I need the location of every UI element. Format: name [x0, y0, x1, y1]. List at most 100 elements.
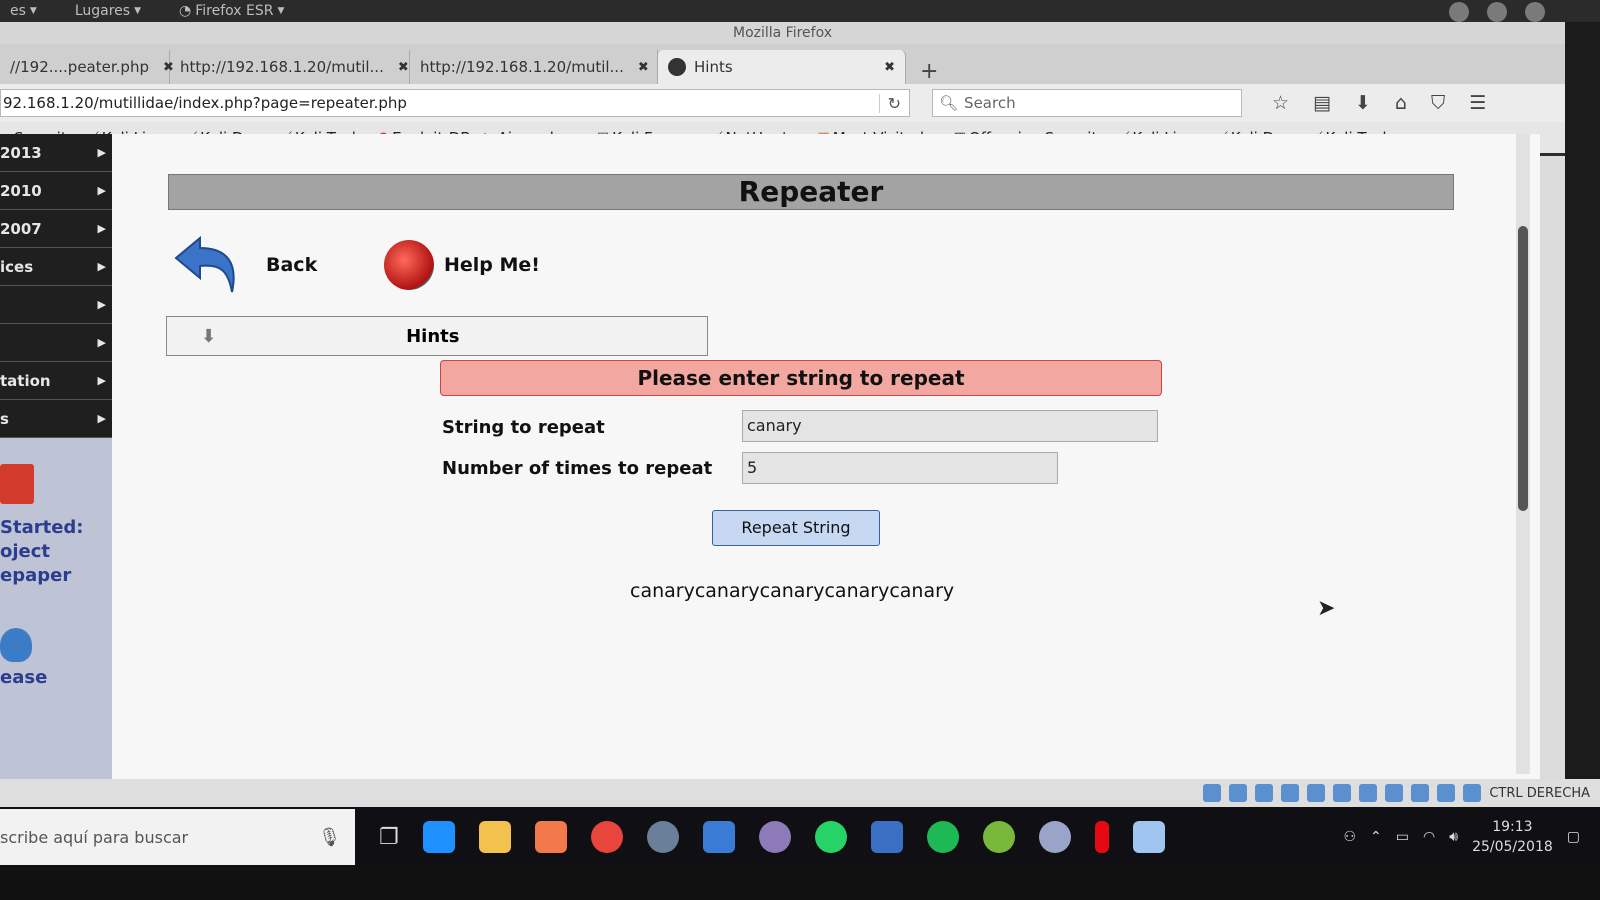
taskbar-app-netflix[interactable] — [1094, 821, 1109, 853]
places-label: Lugares — [74, 3, 131, 19]
mouse-integration-icon[interactable] — [1437, 784, 1456, 802]
tab-label: http://192.168.1.20/mutil... — [420, 58, 624, 76]
sidebar-item-owasp-2007[interactable]: 2007 ▶ — [0, 210, 112, 248]
home-icon[interactable]: ⌂ — [1395, 92, 1407, 114]
applications-menu[interactable]: es ▼ — [10, 3, 37, 19]
taskbar-app-vscode[interactable] — [702, 821, 735, 853]
search-input[interactable]: 🔍︎ Search — [932, 89, 1242, 117]
mouse-cursor-icon: ➤ — [1317, 596, 1336, 621]
sidebar-item-5[interactable]: ▶ — [0, 286, 112, 324]
chevron-up-icon[interactable]: ⌃ — [1370, 829, 1382, 845]
taskbar-search-placeholder: scribe aquí para buscar — [0, 827, 189, 847]
tab-bar: //192....peater.php ✖ http://192.168.1.2… — [0, 44, 1565, 84]
close-tab-icon[interactable]: ✖ — [638, 60, 649, 75]
bookmark-star-icon[interactable]: ☆ — [1272, 92, 1289, 114]
page-scrollbar[interactable] — [1516, 134, 1530, 774]
url-bar[interactable]: 92.168.1.20/mutillidae/index.php?page=re… — [0, 89, 910, 117]
hdd-icon[interactable] — [1203, 784, 1222, 802]
firefox-app-menu[interactable]: ◔ Firefox ESR ▼ — [179, 3, 284, 19]
sidebar-item-resources[interactable]: s ▶ — [0, 400, 112, 438]
optical-drive-icon[interactable] — [1229, 784, 1248, 802]
usb-icon[interactable] — [1307, 784, 1326, 802]
clipboard-icon[interactable]: ▤ — [1313, 92, 1331, 114]
close-tab-icon[interactable]: ✖ — [884, 60, 895, 75]
taskbar-app-spotify[interactable] — [926, 821, 959, 853]
wifi-icon[interactable]: ◠ — [1423, 829, 1435, 845]
taskbar-app-utorrent[interactable] — [982, 821, 1015, 853]
pocket-icon[interactable]: ⛉ — [1431, 92, 1445, 114]
close-tab-icon[interactable]: ✖ — [398, 60, 409, 75]
sidebar-item-label: 2007 — [0, 219, 42, 238]
video-capture-icon[interactable] — [1385, 784, 1404, 802]
people-icon[interactable]: ⚇ — [1343, 829, 1356, 845]
string-to-repeat-input[interactable]: canary — [742, 410, 1158, 442]
battery-icon[interactable]: ▭ — [1396, 829, 1409, 845]
download-icon[interactable]: ⬇ — [1355, 92, 1371, 114]
tab-title-wrap: Hints — [668, 58, 733, 76]
minimize-button[interactable] — [1449, 2, 1469, 22]
close-window-button[interactable] — [1525, 2, 1545, 22]
search-icon: 🔍︎ — [939, 94, 959, 112]
taskbar-app-whatsapp[interactable] — [814, 821, 847, 853]
tab-repeater[interactable]: //192....peater.php ✖ — [0, 50, 174, 84]
taskbar-search-input[interactable]: scribe aquí para buscar 🎙︎ — [0, 809, 355, 865]
back-button[interactable]: Back — [172, 234, 317, 296]
favicon-icon — [668, 58, 686, 76]
menu-hamburger-icon[interactable]: ☰ — [1469, 92, 1486, 114]
sidebar-item-label: 2013 — [0, 143, 42, 162]
shared-folders-icon[interactable] — [1333, 784, 1352, 802]
taskbar-app-brackets[interactable] — [870, 821, 903, 853]
sidebar-item-6[interactable]: ▶ — [0, 324, 112, 362]
tab-mutillidae-1[interactable]: http://192.168.1.20/mutil... ✖ — [170, 50, 410, 84]
taskbar-app-xampp[interactable] — [534, 821, 567, 853]
scrollbar-thumb[interactable] — [1518, 226, 1528, 511]
repeat-string-button[interactable]: Repeat String — [712, 510, 880, 546]
sidebar-promo[interactable]: Started: oject epaper ease — [0, 438, 112, 690]
sidebar-item-owasp-2010[interactable]: 2010 ▶ — [0, 172, 112, 210]
display-icon[interactable] — [1359, 784, 1378, 802]
promo-line: epaper — [0, 565, 72, 586]
notifications-icon[interactable]: ▢ — [1567, 829, 1580, 845]
taskbar-app-vpn[interactable] — [1038, 821, 1071, 853]
back-label: Back — [266, 254, 318, 276]
main-content: Repeater Back Help Me! ⬇ Hints Please en… — [112, 134, 1540, 779]
tab-hints[interactable]: Hints ✖ — [658, 50, 906, 84]
sidebar-item-label: s — [0, 409, 9, 428]
taskbar-app-chrome[interactable] — [590, 821, 623, 853]
taskbar-app-edge[interactable] — [422, 821, 455, 853]
applications-label: es — [10, 3, 26, 19]
chevron-right-icon: ▶ — [97, 412, 106, 425]
taskbar-app-explorer[interactable] — [478, 821, 511, 853]
maximize-button[interactable] — [1487, 2, 1507, 22]
taskbar-app-dotnet[interactable] — [646, 821, 679, 853]
cpu-icon[interactable] — [1411, 784, 1430, 802]
hints-toggle[interactable]: ⬇ Hints — [166, 316, 708, 356]
audio-icon[interactable] — [1255, 784, 1274, 802]
keyboard-capture-icon[interactable] — [1463, 784, 1482, 802]
help-me-button[interactable]: Help Me! — [384, 240, 540, 290]
task-view-icon[interactable]: ❐ — [379, 825, 399, 850]
clock[interactable]: 19:13 25/05/2018 — [1472, 817, 1553, 857]
times-to-repeat-input[interactable]: 5 — [742, 452, 1058, 484]
screen-bezel — [0, 867, 1600, 900]
window-titlebar: Mozilla Firefox — [0, 2, 1565, 44]
windows-taskbar: scribe aquí para buscar 🎙︎ ❐ ⚇ ⌃ ▭ ◠ 🔊︎ … — [0, 807, 1600, 867]
microphone-icon[interactable]: 🎙︎ — [318, 827, 341, 848]
sidebar-item-documentation[interactable]: tation ▶ — [0, 362, 112, 400]
release-link[interactable]: ease — [0, 666, 112, 690]
help-button-icon — [384, 240, 434, 290]
back-arrow-icon — [174, 235, 235, 293]
taskbar-app-globe[interactable] — [758, 821, 791, 853]
network-icon[interactable] — [1281, 784, 1300, 802]
tab-mutillidae-2[interactable]: http://192.168.1.20/mutil... ✖ — [410, 50, 658, 84]
new-tab-button[interactable]: + — [906, 59, 952, 84]
pdf-icon — [0, 464, 34, 504]
page-title: Repeater — [168, 174, 1454, 210]
taskbar-app-virtualbox[interactable] — [1132, 821, 1165, 853]
system-tray: ⚇ ⌃ ▭ ◠ 🔊︎ 19:13 25/05/2018 ▢ — [1343, 817, 1600, 857]
reload-icon[interactable]: ↻ — [878, 93, 901, 113]
sidebar-item-web-services[interactable]: ices ▶ — [0, 248, 112, 286]
volume-icon[interactable]: 🔊︎ — [1449, 829, 1458, 845]
sidebar-item-owasp-2013[interactable]: 2013 ▶ — [0, 134, 112, 172]
places-menu[interactable]: Lugares ▼ — [75, 3, 141, 19]
